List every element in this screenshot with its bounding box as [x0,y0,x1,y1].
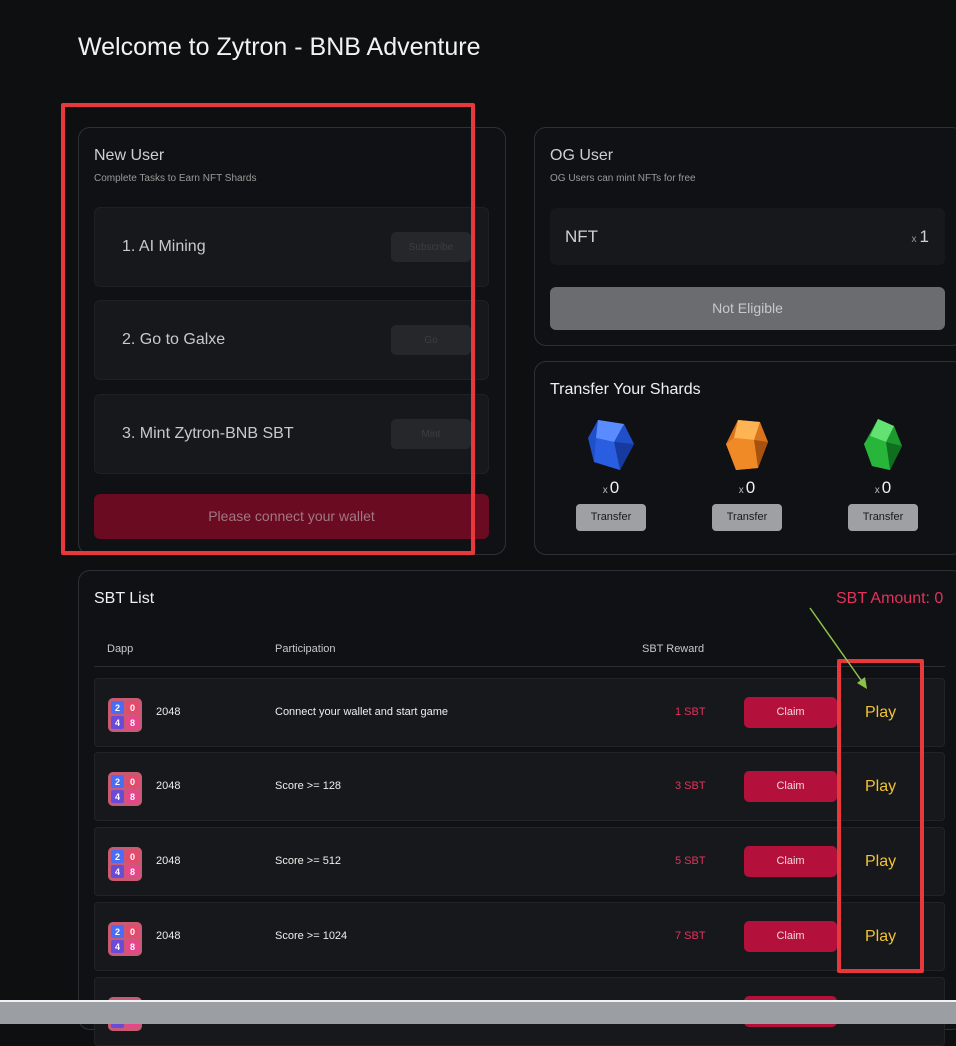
og-user-subtitle: OG Users can mint NFTs for free [550,173,696,184]
participation-text: Score >= 1024 [275,930,348,942]
tile: 2 [111,850,124,863]
sbt-reward: 1 SBT [675,706,706,718]
claim-button[interactable]: Claim [744,771,837,802]
tile: 4 [111,940,124,953]
participation-text: Connect your wallet and start game [275,706,449,718]
annotation-highlight-play [837,659,924,973]
blue-shard-icon [588,420,634,470]
shard-blue: x0 Transfer [571,416,651,531]
dapp-name: 2048 [156,780,181,792]
column-header-sbt-reward: SBT Reward [642,643,705,655]
nft-label: NFT [565,227,599,246]
shard-count: 0 [745,478,756,497]
game-2048-icon: 20 48 [108,847,142,881]
game-2048-icon: 20 48 [108,772,142,806]
multiplier-sign: x [738,485,744,496]
shard-green: x0 Transfer [843,416,923,531]
game-2048-icon: 20 48 [108,698,142,732]
orange-shard-icon [726,420,768,470]
column-header-participation: Participation [275,643,336,655]
dapp-name: 2048 [156,706,181,718]
tile: 8 [126,940,139,953]
claim-button[interactable]: Claim [744,697,837,728]
not-eligible-button[interactable]: Not Eligible [550,287,945,330]
annotation-highlight-new-user [61,103,475,555]
nft-quantity: x1 [912,208,929,268]
green-shard-icon [864,419,902,470]
transfer-button[interactable]: Transfer [576,504,646,531]
claim-button[interactable]: Claim [744,846,837,877]
shard-count: 0 [609,478,620,497]
multiplier-sign: x [874,485,880,496]
sbt-reward: 7 SBT [675,930,706,942]
tile: 8 [126,790,139,803]
tile: 2 [111,925,124,938]
tile: 2 [111,775,124,788]
sbt-reward: 3 SBT [675,780,706,792]
sbt-reward: 5 SBT [675,855,706,867]
tile: 2 [111,701,124,714]
participation-text: Score >= 512 [275,855,342,867]
tile: 8 [126,716,139,729]
nft-item: NFT x1 [550,208,945,265]
annotation-arrow-icon [809,607,867,689]
page-title: Welcome to Zytron - BNB Adventure [78,33,481,61]
dapp-name: 2048 [156,855,181,867]
shard-orange: x0 Transfer [707,416,787,531]
nft-count: 1 [919,227,929,246]
tile: 4 [111,865,124,878]
tile: 0 [126,850,139,863]
claim-button[interactable]: Claim [744,921,837,952]
sbt-list-title: SBT List [94,590,155,607]
dapp-name: 2048 [156,930,181,942]
multiplier-sign: x [602,485,608,496]
table-row: 20 48 2048 Score >= 128 3 SBT Claim Play [94,752,945,821]
shard-count: 0 [881,478,892,497]
column-header-dapp: Dapp [107,643,134,655]
transfer-button[interactable]: Transfer [712,504,782,531]
og-user-title: OG User [550,147,614,164]
tile: 4 [111,716,124,729]
transfer-button[interactable]: Transfer [848,504,918,531]
tile: 0 [126,701,139,714]
multiplier-sign: x [911,234,917,245]
tile: 4 [111,790,124,803]
tile: 0 [126,925,139,938]
transfer-shards-title: Transfer Your Shards [550,381,701,398]
game-2048-icon: 20 48 [108,922,142,956]
table-row: 20 48 2048 Score >= 1024 7 SBT Claim Pla… [94,902,945,971]
tile: 8 [126,865,139,878]
bottom-scroll-bar[interactable] [0,1000,956,1024]
table-row: 20 48 2048 Score >= 512 5 SBT Claim Play [94,827,945,896]
participation-text: Score >= 128 [275,780,342,792]
tile: 0 [126,775,139,788]
